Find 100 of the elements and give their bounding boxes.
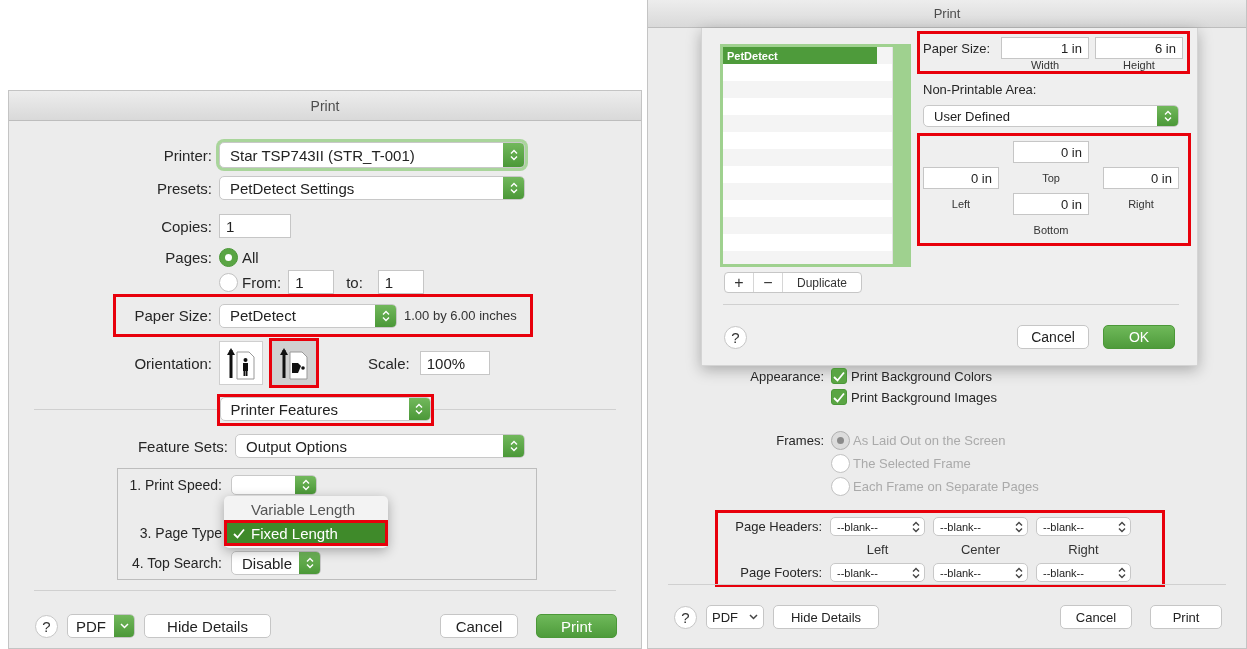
option-label: Print Background Images <box>851 389 997 405</box>
hide-details-button[interactable]: Hide Details <box>144 614 271 638</box>
scale-field[interactable]: 100% <box>419 351 490 375</box>
paper-size-description: 1.00 by 6.00 inches <box>404 308 517 323</box>
stepper-icon <box>509 440 518 452</box>
option-label: All <box>242 249 259 266</box>
help-button[interactable]: ? <box>35 614 58 638</box>
option-label: From: <box>242 273 282 291</box>
copies-field[interactable]: 1 <box>219 214 291 238</box>
field-label: Paper Size: <box>133 307 212 324</box>
option-label: Print Background Colors <box>851 368 992 384</box>
option-label: The Selected Frame <box>853 456 971 471</box>
chevron-down-icon <box>748 614 758 620</box>
header-dropdown[interactable]: --blank-- <box>1036 517 1131 536</box>
stepper-icon <box>305 557 314 569</box>
chevron-down-icon <box>119 623 129 629</box>
radio-button[interactable] <box>219 272 238 292</box>
field-caption: Width <box>1029 59 1061 71</box>
menu-item[interactable]: Fixed Length <box>224 520 388 546</box>
window-title: Print <box>310 97 340 114</box>
field-caption: Right <box>1128 198 1154 210</box>
field-label: Page Footers: <box>739 565 822 580</box>
field-caption: Height <box>1122 59 1156 71</box>
field-label: Frames: <box>775 433 824 448</box>
stepper-icon <box>301 479 310 491</box>
column-label: Center <box>961 542 1000 557</box>
field-label: 3. Page Type <box>138 525 222 541</box>
height-field[interactable]: 6 in <box>1095 37 1183 59</box>
checkmark-icon <box>233 527 245 539</box>
field-caption: Bottom <box>1033 224 1069 236</box>
stepper-icon <box>381 309 390 322</box>
stepper-icon <box>1118 566 1126 579</box>
field-label: Printer: <box>162 146 212 164</box>
stepper-icon <box>509 149 518 161</box>
checkbox[interactable] <box>831 368 847 384</box>
feature-dropdown[interactable]: Disable <box>231 551 321 575</box>
checkbox[interactable] <box>831 389 847 405</box>
field-label: to: <box>346 273 363 291</box>
from-page-field[interactable]: 1 <box>288 270 335 294</box>
panel-dropdown[interactable]: Printer Features <box>219 397 431 421</box>
pdf-menu-button[interactable]: PDF <box>67 614 135 638</box>
printer-dropdown[interactable]: Star TSP743II (STR_T-001) <box>219 142 525 168</box>
stepper-icon <box>912 520 920 533</box>
help-button[interactable]: ? <box>724 325 747 349</box>
field-label: Copies: <box>160 217 212 235</box>
checkmark-icon <box>833 370 845 382</box>
feature-dropdown[interactable] <box>231 475 317 495</box>
field-label: Appearance: <box>749 368 824 384</box>
dialog-button[interactable]: Cancel <box>440 614 518 638</box>
checkmark-icon <box>833 391 845 403</box>
bottom-margin-field[interactable]: 0 in <box>1013 193 1089 215</box>
left-margin-field[interactable]: 0 in <box>923 167 999 189</box>
header-dropdown[interactable]: --blank-- <box>830 517 925 536</box>
to-page-field[interactable]: 1 <box>377 270 424 294</box>
dialog-button[interactable]: Print <box>1150 605 1222 629</box>
landscape-page-icon <box>279 346 309 380</box>
hide-details-button[interactable]: Hide Details <box>773 605 879 629</box>
right-margin-field[interactable]: 0 in <box>1103 167 1179 189</box>
column-label: Left <box>866 542 889 557</box>
option-label: As Laid Out on the Screen <box>853 433 1006 448</box>
dialog-button[interactable]: Cancel <box>1017 325 1089 349</box>
field-caption: Left <box>951 198 971 210</box>
field-label: Paper Size: <box>923 40 992 56</box>
paper-size-dropdown[interactable]: PetDetect <box>219 303 397 328</box>
field-label: 4. Top Search: <box>130 555 222 571</box>
help-button[interactable]: ? <box>674 605 697 629</box>
footer-dropdown[interactable]: --blank-- <box>1036 563 1131 582</box>
footer-dropdown[interactable]: --blank-- <box>933 563 1028 582</box>
option-label: Each Frame on Separate Pages <box>853 479 1039 494</box>
stepper-icon <box>912 566 920 579</box>
feature-sets-dropdown[interactable]: Output Options <box>235 434 525 458</box>
field-label: 1. Print Speed: <box>128 477 222 493</box>
column-label: Right <box>1068 542 1099 557</box>
list-button[interactable]: − <box>754 273 783 292</box>
field-label: Page Headers: <box>734 519 822 534</box>
width-field[interactable]: 1 in <box>1001 37 1089 59</box>
radio-button[interactable] <box>219 248 238 267</box>
dialog-button[interactable]: Cancel <box>1060 605 1132 629</box>
pdf-menu-button[interactable]: PDF <box>706 605 764 629</box>
field-label: Feature Sets: <box>136 437 228 455</box>
window-title: Print <box>933 6 961 21</box>
field-label: Presets: <box>155 179 212 197</box>
field-label: Pages: <box>164 249 212 266</box>
presets-dropdown[interactable]: PetDetect Settings <box>219 176 525 200</box>
stepper-icon <box>1015 566 1023 579</box>
orientation-button[interactable] <box>219 341 263 385</box>
stepper-icon <box>415 403 423 415</box>
list-button[interactable]: Duplicate <box>783 273 861 292</box>
list-button[interactable]: + <box>725 273 754 292</box>
field-label: Scale: <box>368 354 410 372</box>
footer-dropdown[interactable]: --blank-- <box>830 563 925 582</box>
top-margin-field[interactable]: 0 in <box>1013 141 1089 163</box>
portrait-page-icon <box>226 346 256 380</box>
stepper-icon <box>1118 520 1126 533</box>
field-caption: Top <box>1042 172 1060 184</box>
non-printable-dropdown[interactable]: User Defined <box>923 105 1179 127</box>
field-label: Orientation: <box>133 354 212 372</box>
header-dropdown[interactable]: --blank-- <box>933 517 1028 536</box>
stepper-icon <box>1163 110 1172 122</box>
menu-item[interactable]: Variable Length <box>224 498 388 520</box>
